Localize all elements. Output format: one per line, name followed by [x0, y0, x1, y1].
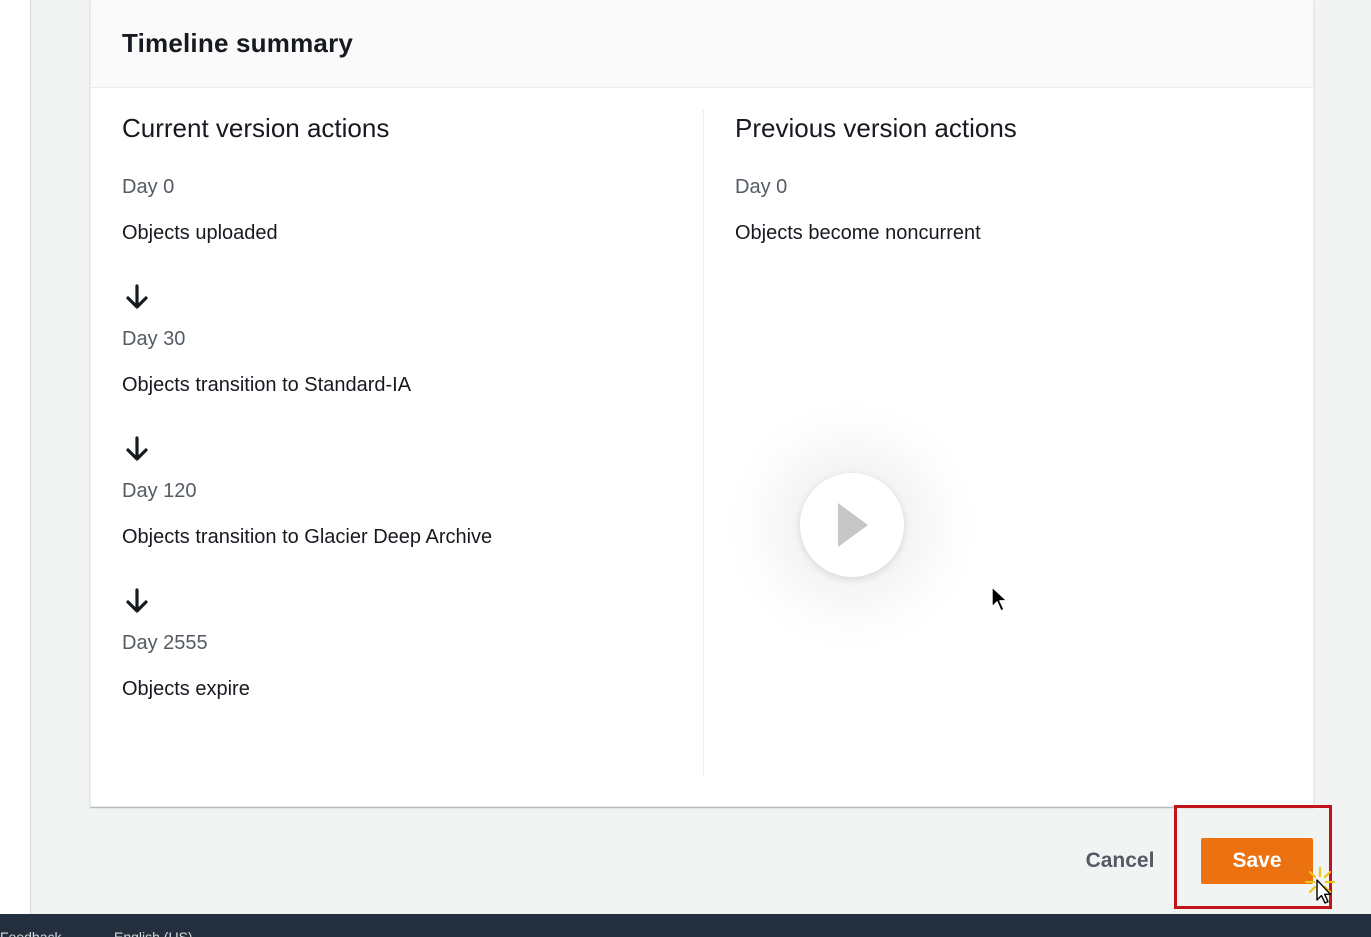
current-version-column: Current version actions Day 0 Objects up… — [122, 110, 682, 702]
save-button[interactable]: Save — [1201, 838, 1313, 884]
current-version-heading: Current version actions — [122, 113, 390, 143]
left-page-strip — [0, 0, 31, 914]
arrow-down-icon — [122, 434, 152, 461]
play-icon — [838, 503, 868, 547]
timeline-summary-card: Timeline summary Current version actions… — [90, 0, 1314, 807]
click-indicator-icon — [1304, 866, 1336, 904]
timeline-day: Day 0 — [122, 176, 175, 198]
console-footer-bar: Feedback English (US) — [0, 914, 1371, 937]
timeline-day: Day 120 — [122, 480, 197, 502]
right-page-strip — [1337, 0, 1371, 914]
video-play-button[interactable] — [800, 473, 904, 577]
timeline-day: Day 0 — [735, 176, 788, 198]
timeline-action: Objects become noncurrent — [735, 222, 981, 244]
language-selector[interactable]: English (US) — [114, 929, 193, 937]
arrow-down-icon — [122, 282, 152, 309]
column-divider — [703, 110, 704, 776]
timeline-action: Objects uploaded — [122, 222, 278, 244]
mouse-cursor-icon — [991, 586, 1008, 612]
previous-version-heading: Previous version actions — [735, 113, 1017, 143]
previous-version-column: Previous version actions Day 0 Objects b… — [735, 110, 1275, 246]
card-title: Timeline summary — [122, 28, 354, 58]
timeline-day: Day 2555 — [122, 632, 208, 654]
timeline-day: Day 30 — [122, 328, 186, 350]
timeline-action: Objects transition to Glacier Deep Archi… — [122, 526, 493, 548]
arrow-down-icon — [122, 586, 152, 613]
timeline-action: Objects transition to Standard-IA — [122, 374, 412, 396]
cancel-button[interactable]: Cancel — [1072, 838, 1168, 884]
card-header: Timeline summary — [91, 0, 1313, 88]
timeline-action: Objects expire — [122, 678, 250, 700]
feedback-link[interactable]: Feedback — [0, 929, 61, 937]
